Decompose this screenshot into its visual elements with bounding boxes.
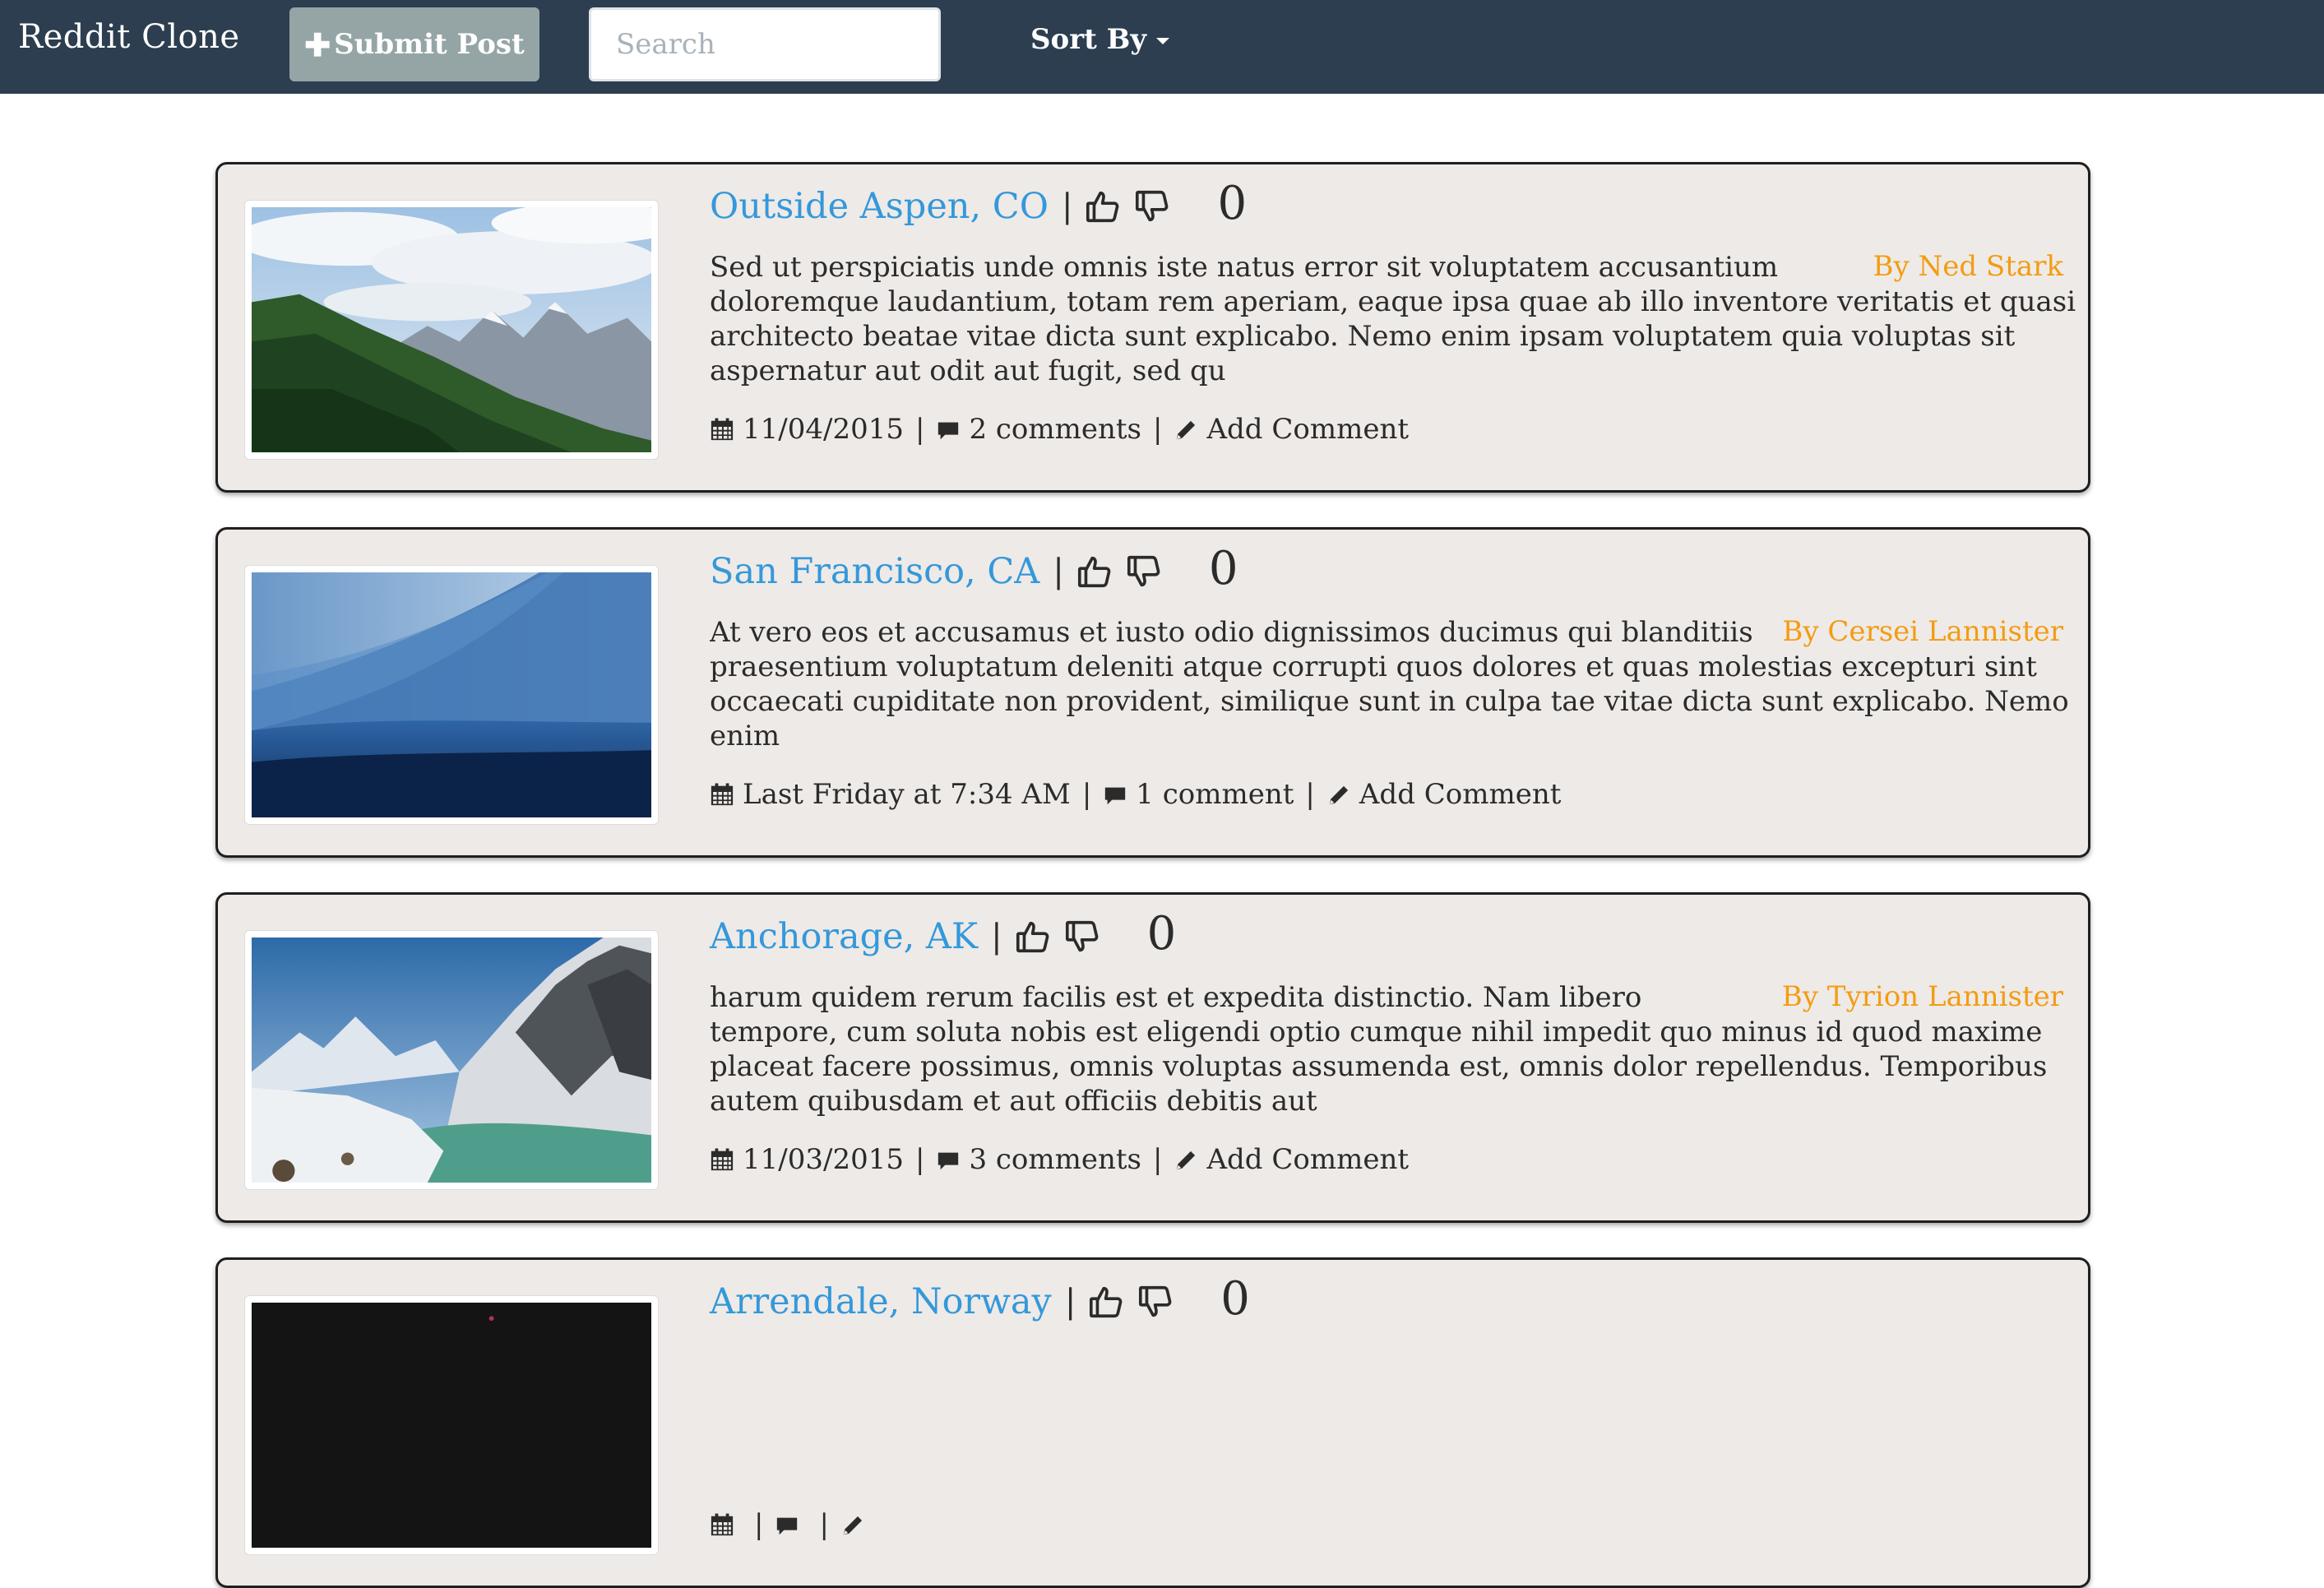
sort-by-dropdown[interactable]: Sort By xyxy=(1030,23,1170,56)
meta-separator: | xyxy=(1081,778,1092,811)
post-image xyxy=(252,938,651,1183)
post-image xyxy=(252,572,651,817)
navbar: Reddit Clone ✚ Submit Post Sort By xyxy=(0,0,2324,94)
comment-icon xyxy=(775,1512,799,1537)
post-excerpt xyxy=(710,1345,2076,1487)
meta-separator: | xyxy=(914,413,925,446)
post-thumbnail[interactable] xyxy=(244,200,659,460)
post-card: Anchorage, AK | 0 By Tyrion Lannister By… xyxy=(215,892,2090,1223)
post-excerpt: By Cersei Lannister At vero eos et accus… xyxy=(710,616,2069,752)
post-date: Last Friday at 7:34 AM xyxy=(743,778,1071,811)
post-image xyxy=(252,1303,651,1548)
brand-logo[interactable]: Reddit Clone xyxy=(18,18,240,56)
add-comment-link[interactable]: Add Comment xyxy=(1206,413,1409,446)
meta-separator: | xyxy=(1153,1143,1163,1176)
thumbs-down-icon[interactable] xyxy=(1133,188,1171,225)
post-card: Outside Aspen, CO | 0 By Ned Stark By Ne… xyxy=(215,162,2090,493)
thumbs-up-icon[interactable] xyxy=(1084,188,1122,225)
vote-count: 0 xyxy=(1220,1271,1250,1326)
post-title-row: San Francisco, CA | 0 xyxy=(710,541,1238,600)
vote-count: 0 xyxy=(1208,541,1238,595)
meta-separator: | xyxy=(914,1143,925,1176)
title-separator: | xyxy=(1061,188,1073,225)
post-meta: 11/04/2015 | 2 comments | Add Comment xyxy=(710,409,1409,450)
submit-post-label: Submit Post xyxy=(334,28,525,61)
comment-icon xyxy=(1103,782,1127,807)
post-title-link[interactable]: Anchorage, AK xyxy=(710,916,978,957)
pencil-icon xyxy=(1174,1147,1198,1172)
post-meta: 11/03/2015 | 3 comments | Add Comment xyxy=(710,1139,1409,1180)
sort-by-label: Sort By xyxy=(1030,23,1147,56)
post-image xyxy=(252,207,651,452)
title-separator: | xyxy=(991,918,1002,956)
post-date: 11/04/2015 xyxy=(743,413,904,446)
comment-icon xyxy=(936,1147,961,1172)
meta-separator: | xyxy=(819,1508,829,1541)
thumbs-down-icon[interactable] xyxy=(1063,918,1101,956)
title-separator: | xyxy=(1053,553,1064,590)
post-title-row: Outside Aspen, CO | 0 xyxy=(710,176,1248,235)
post-meta: | | xyxy=(710,1504,873,1545)
comment-count-link[interactable]: 1 comment xyxy=(1136,778,1294,811)
submit-post-button[interactable]: ✚ Submit Post xyxy=(289,7,539,81)
calendar-icon xyxy=(710,1512,734,1537)
caret-down-icon xyxy=(1156,38,1170,44)
title-separator: | xyxy=(1064,1283,1076,1321)
meta-separator: | xyxy=(754,1508,764,1541)
comment-count-link[interactable]: 2 comments xyxy=(969,413,1141,446)
post-title-row: Anchorage, AK | 0 xyxy=(710,906,1177,965)
pencil-icon xyxy=(840,1512,865,1537)
post-title-link[interactable]: Outside Aspen, CO xyxy=(710,186,1049,227)
thumbs-up-icon[interactable] xyxy=(1076,553,1113,590)
comment-count-link[interactable]: 3 comments xyxy=(969,1143,1141,1176)
post-card: Arrendale, Norway | 0 | | xyxy=(215,1257,2090,1588)
calendar-icon xyxy=(710,417,734,442)
calendar-icon xyxy=(710,1147,734,1172)
calendar-icon xyxy=(710,782,734,807)
post-date: 11/03/2015 xyxy=(743,1143,904,1176)
meta-separator: | xyxy=(1305,778,1315,811)
thumbs-up-icon[interactable] xyxy=(1014,918,1052,956)
post-thumbnail[interactable] xyxy=(244,1295,659,1555)
pencil-icon xyxy=(1326,782,1351,807)
post-title-link[interactable]: Arrendale, Norway xyxy=(710,1281,1052,1322)
pencil-icon xyxy=(1174,417,1198,442)
post-meta: Last Friday at 7:34 AM | 1 comment | Add… xyxy=(710,774,1561,815)
post-title-link[interactable]: San Francisco, CA xyxy=(710,551,1039,592)
add-comment-link[interactable]: Add Comment xyxy=(1359,778,1562,811)
plus-icon: ✚ xyxy=(304,25,331,63)
thumbs-down-icon[interactable] xyxy=(1137,1283,1174,1321)
post-thumbnail[interactable] xyxy=(244,930,659,1190)
vote-count: 0 xyxy=(1217,176,1248,230)
post-card: San Francisco, CA | 0 By Cersei Lanniste… xyxy=(215,527,2090,858)
post-title-row: Arrendale, Norway | 0 xyxy=(710,1271,1250,1331)
thumbs-down-icon[interactable] xyxy=(1125,553,1163,590)
post-excerpt: By Tyrion Lannister harum quidem rerum f… xyxy=(710,981,2048,1118)
meta-separator: | xyxy=(1153,413,1163,446)
thumbs-up-icon[interactable] xyxy=(1087,1283,1125,1321)
vote-count: 0 xyxy=(1146,906,1177,961)
post-excerpt: By Ned Stark Sed ut perspiciatis unde om… xyxy=(710,251,2076,387)
post-thumbnail[interactable] xyxy=(244,565,659,825)
add-comment-link[interactable]: Add Comment xyxy=(1206,1143,1409,1176)
comment-icon xyxy=(936,417,961,442)
search-input[interactable] xyxy=(589,7,941,81)
